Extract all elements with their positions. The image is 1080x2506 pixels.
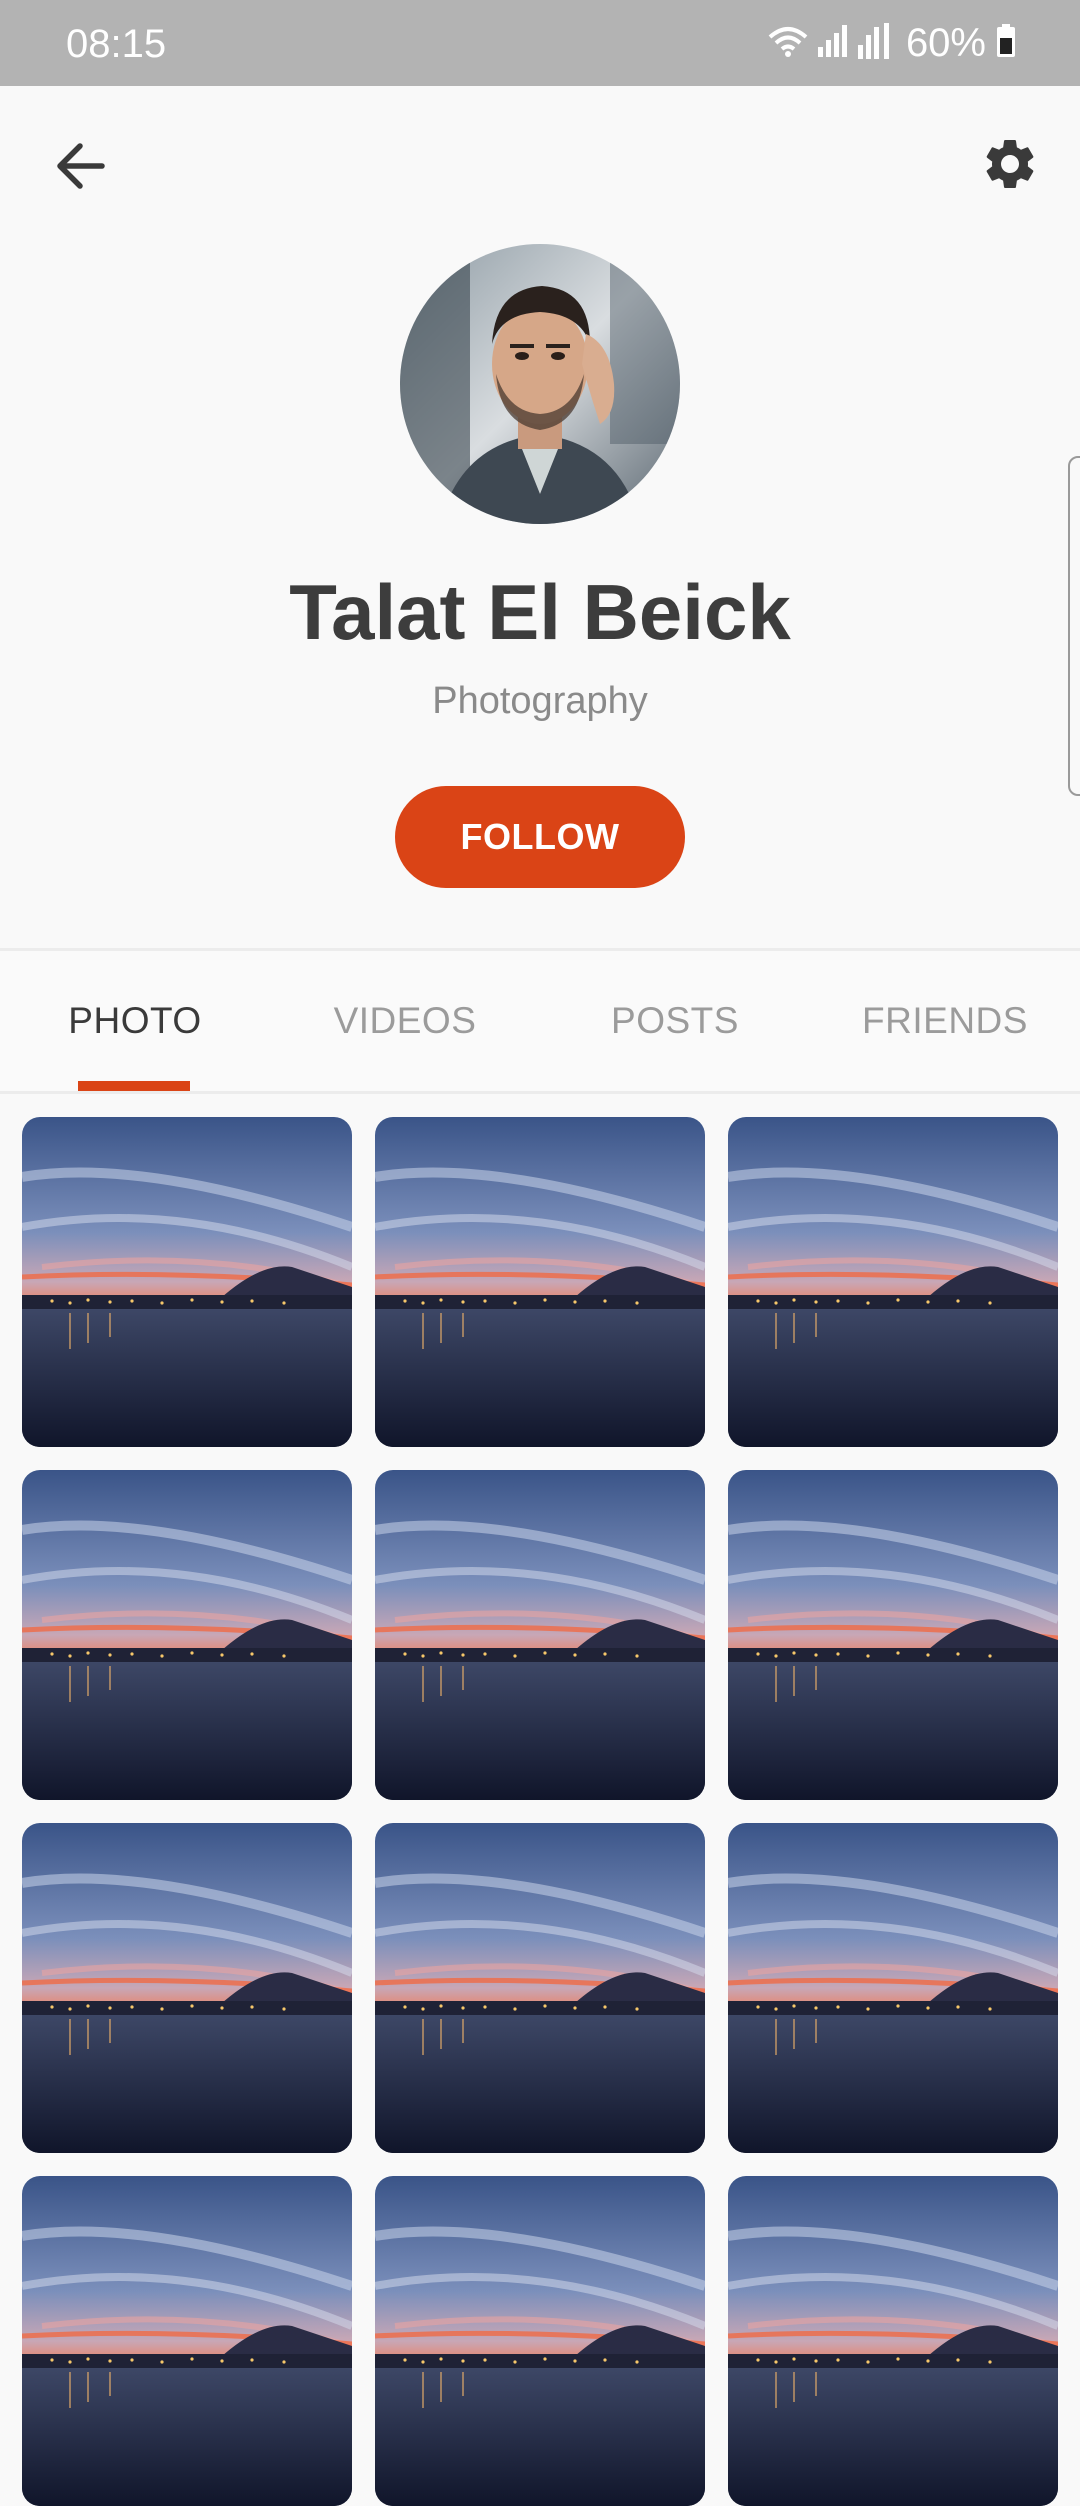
profile-subtitle: Photography [432, 680, 648, 722]
gear-icon [980, 134, 1040, 199]
tab-posts[interactable]: POSTS [540, 951, 810, 1091]
tab-bar: PHOTO VIDEOS POSTS FRIENDS [0, 951, 1080, 1091]
photo-thumbnail[interactable] [375, 1823, 705, 2153]
follow-button[interactable]: FOLLOW [395, 786, 685, 888]
photo-thumbnail[interactable] [375, 2176, 705, 2506]
photo-thumbnail[interactable] [22, 1823, 352, 2153]
battery-icon [996, 23, 1016, 63]
back-button[interactable] [40, 128, 120, 208]
wifi-icon [768, 25, 808, 62]
tab-photo[interactable]: PHOTO [0, 951, 270, 1091]
status-icons: 60% [758, 20, 1016, 66]
photo-thumbnail[interactable] [22, 2176, 352, 2506]
battery-percent: 60% [905, 21, 986, 65]
photo-thumbnail[interactable] [22, 1117, 352, 1447]
signal-icon [817, 24, 848, 62]
active-tab-indicator [78, 1081, 190, 1091]
profile-name: Talat El Beick [289, 568, 791, 656]
photo-thumbnail[interactable] [375, 1117, 705, 1447]
divider [0, 1091, 1080, 1094]
status-bar: 08:15 60% [0, 0, 1080, 86]
avatar[interactable] [400, 244, 680, 524]
status-time: 08:15 [66, 22, 167, 66]
tab-friends[interactable]: FRIENDS [810, 951, 1080, 1091]
photo-thumbnail[interactable] [728, 1470, 1058, 1800]
arrow-left-icon [54, 142, 106, 195]
tab-videos[interactable]: VIDEOS [270, 951, 540, 1091]
photo-thumbnail[interactable] [728, 1823, 1058, 2153]
photo-thumbnail[interactable] [728, 1117, 1058, 1447]
signal-r-icon [857, 22, 892, 64]
settings-button[interactable] [968, 124, 1052, 208]
photo-thumbnail[interactable] [22, 1470, 352, 1800]
photo-thumbnail[interactable] [375, 1470, 705, 1800]
photo-thumbnail[interactable] [728, 2176, 1058, 2506]
edge-panel-handle[interactable] [1068, 456, 1080, 796]
